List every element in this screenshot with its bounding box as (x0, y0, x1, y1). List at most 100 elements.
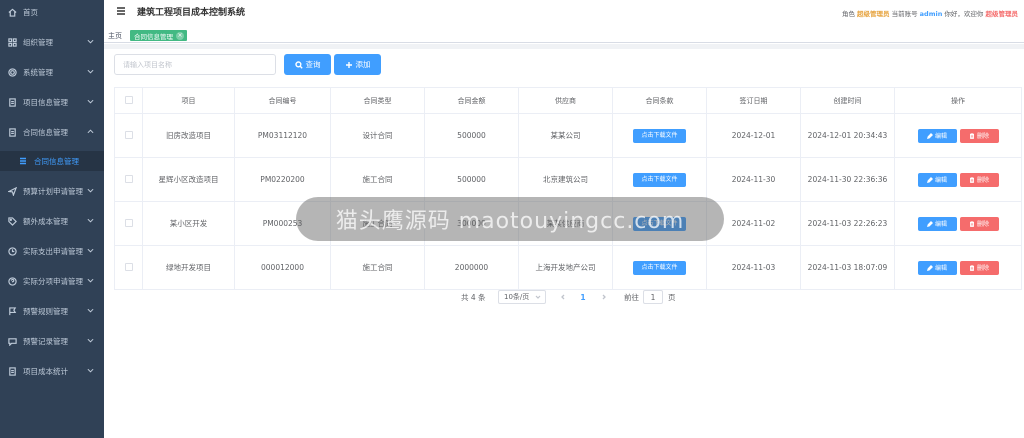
sidebar-item-label: 额外成本管理 (23, 216, 68, 226)
flag-icon (7, 306, 17, 316)
query-button-label: 查询 (305, 60, 321, 69)
goto-unit: 页 (668, 292, 676, 302)
select-all-cell[interactable] (114, 87, 143, 114)
cell-created: 2024-11-03 18:07:09 (800, 245, 895, 290)
search-input[interactable] (114, 54, 276, 75)
contract-table: 项目 合同编号 合同类型 合同金额 供应商 合同条款 签订日期 创建时间 操作 … (114, 87, 1022, 290)
chevron-down-icon (87, 247, 95, 255)
sidebar-item-project[interactable]: 项目信息管理 (0, 92, 104, 112)
delete-button[interactable]: 删除 (959, 128, 999, 143)
chevron-up-icon (87, 128, 95, 136)
cell-code: PM03112120 (234, 113, 331, 158)
divider (104, 44, 1024, 49)
sidebar: 首页 组织管理 系统管理 项目信息管理 合同信息管理 合同信息管理 预算计划申请… (0, 0, 104, 438)
query-button[interactable]: 查询 (284, 54, 331, 75)
sidebar-item-contract[interactable]: 合同信息管理 (0, 122, 104, 142)
sidebar-item-budget[interactable]: 预算计划申请管理 (0, 181, 104, 201)
tag-active[interactable]: 合同信息管理 × (130, 30, 187, 41)
chevron-right-icon (602, 294, 606, 300)
edit-icon (927, 176, 933, 183)
edit-label: 编辑 (934, 177, 947, 184)
column-header: 签订日期 (706, 87, 801, 114)
edit-icon (927, 220, 933, 227)
tags-view: 主页 合同信息管理 × (104, 29, 1024, 43)
chevron-down-icon (535, 294, 541, 300)
watermark-overlay: 猫头鹰源码 maotouyingcc.com (296, 197, 724, 241)
column-header: 创建时间 (800, 87, 895, 114)
edit-button[interactable]: 编辑 (917, 216, 957, 231)
page-size-select[interactable]: 10条/页 (498, 290, 546, 304)
sidebar-item-warning-rule[interactable]: 预警规则管理 (0, 301, 104, 321)
delete-label: 删除 (976, 177, 989, 184)
row-checkbox[interactable] (124, 262, 133, 271)
close-icon[interactable]: × (176, 31, 184, 40)
download-file-button[interactable]: 点击下载文件 (633, 172, 686, 187)
edit-button[interactable]: 编辑 (917, 172, 957, 187)
top-header: 建筑工程项目成本控制系统 角色 超级管理员 当前账号 admin 你好，欢迎你 … (104, 0, 1024, 26)
cell-project: 绿地开发项目 (142, 245, 235, 290)
sidebar-item-system[interactable]: 系统管理 (0, 62, 104, 82)
chevron-down-icon (87, 337, 95, 345)
sidebar-item-cost-stats[interactable]: 项目成本统计 (0, 361, 104, 381)
sidebar-item-label: 预警规则管理 (23, 306, 68, 316)
sidebar-item-label: 实际分项申请管理 (23, 276, 83, 286)
tag-home[interactable]: 主页 (108, 31, 122, 41)
delete-button[interactable]: 删除 (959, 172, 999, 187)
row-checkbox[interactable] (124, 130, 133, 139)
column-header: 合同类型 (330, 87, 425, 114)
cell-supplier: 上海开发地产公司 (518, 245, 613, 290)
download-file-button[interactable]: 点击下载文件 (633, 260, 686, 275)
table-row: 绿地开发项目 000012000 施工合同 2000000 上海开发地产公司 点… (114, 245, 1022, 290)
chevron-left-icon (561, 294, 565, 300)
delete-button[interactable]: 删除 (959, 216, 999, 231)
account-label: 当前账号 (891, 10, 918, 18)
column-header: 合同编号 (234, 87, 331, 114)
home-icon (7, 7, 17, 17)
edit-button[interactable]: 编辑 (917, 260, 957, 275)
edit-label: 编辑 (934, 221, 947, 228)
column-header: 合同金额 (424, 87, 519, 114)
edit-button[interactable]: 编辑 (917, 128, 957, 143)
add-button[interactable]: 添加 (334, 54, 381, 75)
role-label: 角色 (841, 10, 855, 18)
search-icon (294, 60, 303, 69)
sidebar-subitem-contract-info[interactable]: 合同信息管理 (0, 151, 104, 171)
plus-icon (345, 61, 352, 68)
document-icon (7, 366, 17, 376)
page-number-current[interactable]: 1 (578, 290, 588, 304)
sidebar-item-home[interactable]: 首页 (0, 2, 104, 22)
sidebar-item-org[interactable]: 组织管理 (0, 32, 104, 52)
watermark-text: 猫头鹰源码 maotouyingcc.com (335, 209, 685, 234)
cell-created: 2024-11-03 22:26:23 (800, 201, 895, 246)
role-value: 超级管理员 (857, 10, 890, 18)
sidebar-item-extra-cost[interactable]: 额外成本管理 (0, 211, 104, 231)
goto-page-input[interactable]: 1 (643, 290, 663, 304)
cell-project: 星辉小区改造项目 (142, 157, 235, 202)
download-file-button[interactable]: 点击下载文件 (633, 128, 686, 143)
cell-project: 旧房改造项目 (142, 113, 235, 158)
row-checkbox[interactable] (124, 174, 133, 183)
edit-label: 编辑 (934, 265, 947, 272)
next-page-button[interactable] (600, 290, 608, 304)
select-all-checkbox[interactable] (124, 95, 133, 104)
chat-icon (7, 336, 17, 346)
cell-created: 2024-11-30 22:36:36 (800, 157, 895, 202)
account-value[interactable]: admin (920, 10, 943, 18)
sidebar-item-actual-subitem[interactable]: 实际分项申请管理 (0, 271, 104, 291)
table-row: 星辉小区改造项目 PM0220200 施工合同 500000 北京建筑公司 点击… (114, 157, 1022, 202)
cell-amount: 500000 (424, 157, 519, 202)
column-header: 项目 (142, 87, 235, 114)
prev-page-button[interactable] (559, 290, 567, 304)
document-icon (7, 127, 17, 137)
cell-code: PM0220200 (234, 157, 331, 202)
chevron-down-icon (87, 38, 95, 46)
cell-type: 施工合同 (330, 157, 425, 202)
row-checkbox[interactable] (124, 218, 133, 227)
sidebar-item-label: 实际支出申请管理 (23, 246, 83, 256)
trash-icon (969, 264, 974, 271)
hamburger-icon[interactable] (116, 6, 126, 16)
sidebar-item-actual-expense[interactable]: 实际支出申请管理 (0, 241, 104, 261)
sidebar-item-warning-record[interactable]: 预警记录管理 (0, 331, 104, 351)
delete-button[interactable]: 删除 (959, 260, 999, 275)
goto-label: 前往 (624, 292, 639, 302)
